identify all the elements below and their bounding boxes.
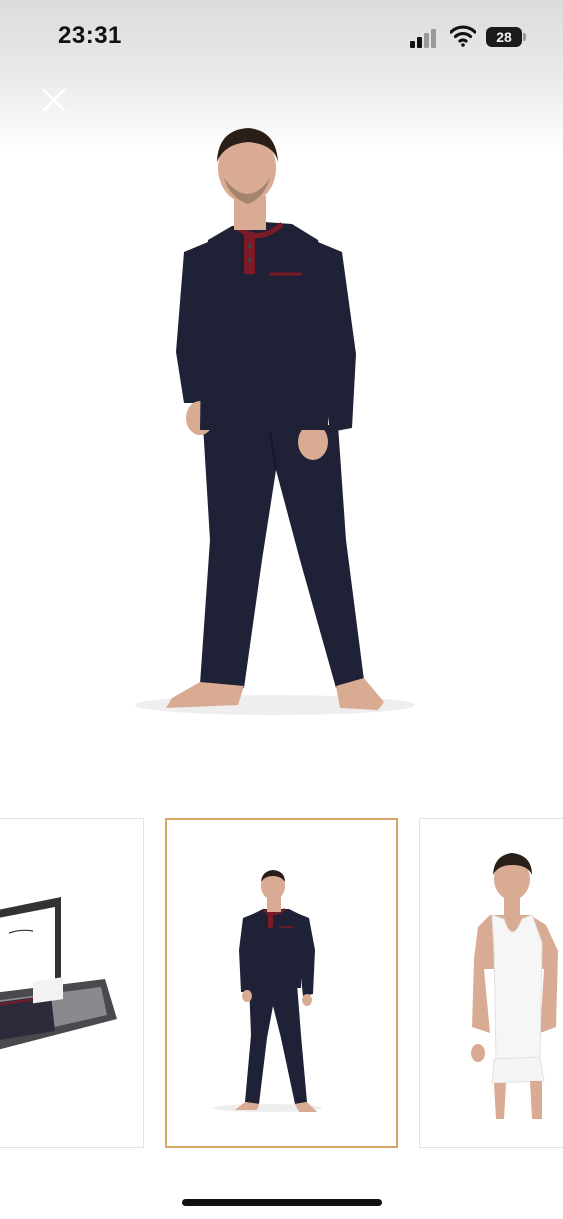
thumbnail-navy-pajama-image xyxy=(212,870,322,1112)
battery-cap xyxy=(523,33,526,41)
thumbnail-strip xyxy=(0,818,563,1153)
hero-product-image[interactable] xyxy=(0,120,563,750)
cellular-signal-icon xyxy=(410,28,440,48)
thumbnail-gift-box-image xyxy=(0,897,117,1050)
thumbnail-navy-pajama[interactable] xyxy=(165,818,398,1148)
wifi-icon xyxy=(450,25,476,47)
thumbnail-gift-box[interactable] xyxy=(0,818,144,1148)
thumbnail-white-tank-top-image xyxy=(471,853,558,1119)
close-icon[interactable] xyxy=(38,84,70,116)
battery-icon: 28 xyxy=(486,27,522,47)
thumbnail-white-tank-top[interactable] xyxy=(419,818,563,1148)
status-time: 23:31 xyxy=(58,22,122,49)
status-icons: 28 xyxy=(410,24,530,52)
home-indicator[interactable] xyxy=(182,1199,382,1206)
